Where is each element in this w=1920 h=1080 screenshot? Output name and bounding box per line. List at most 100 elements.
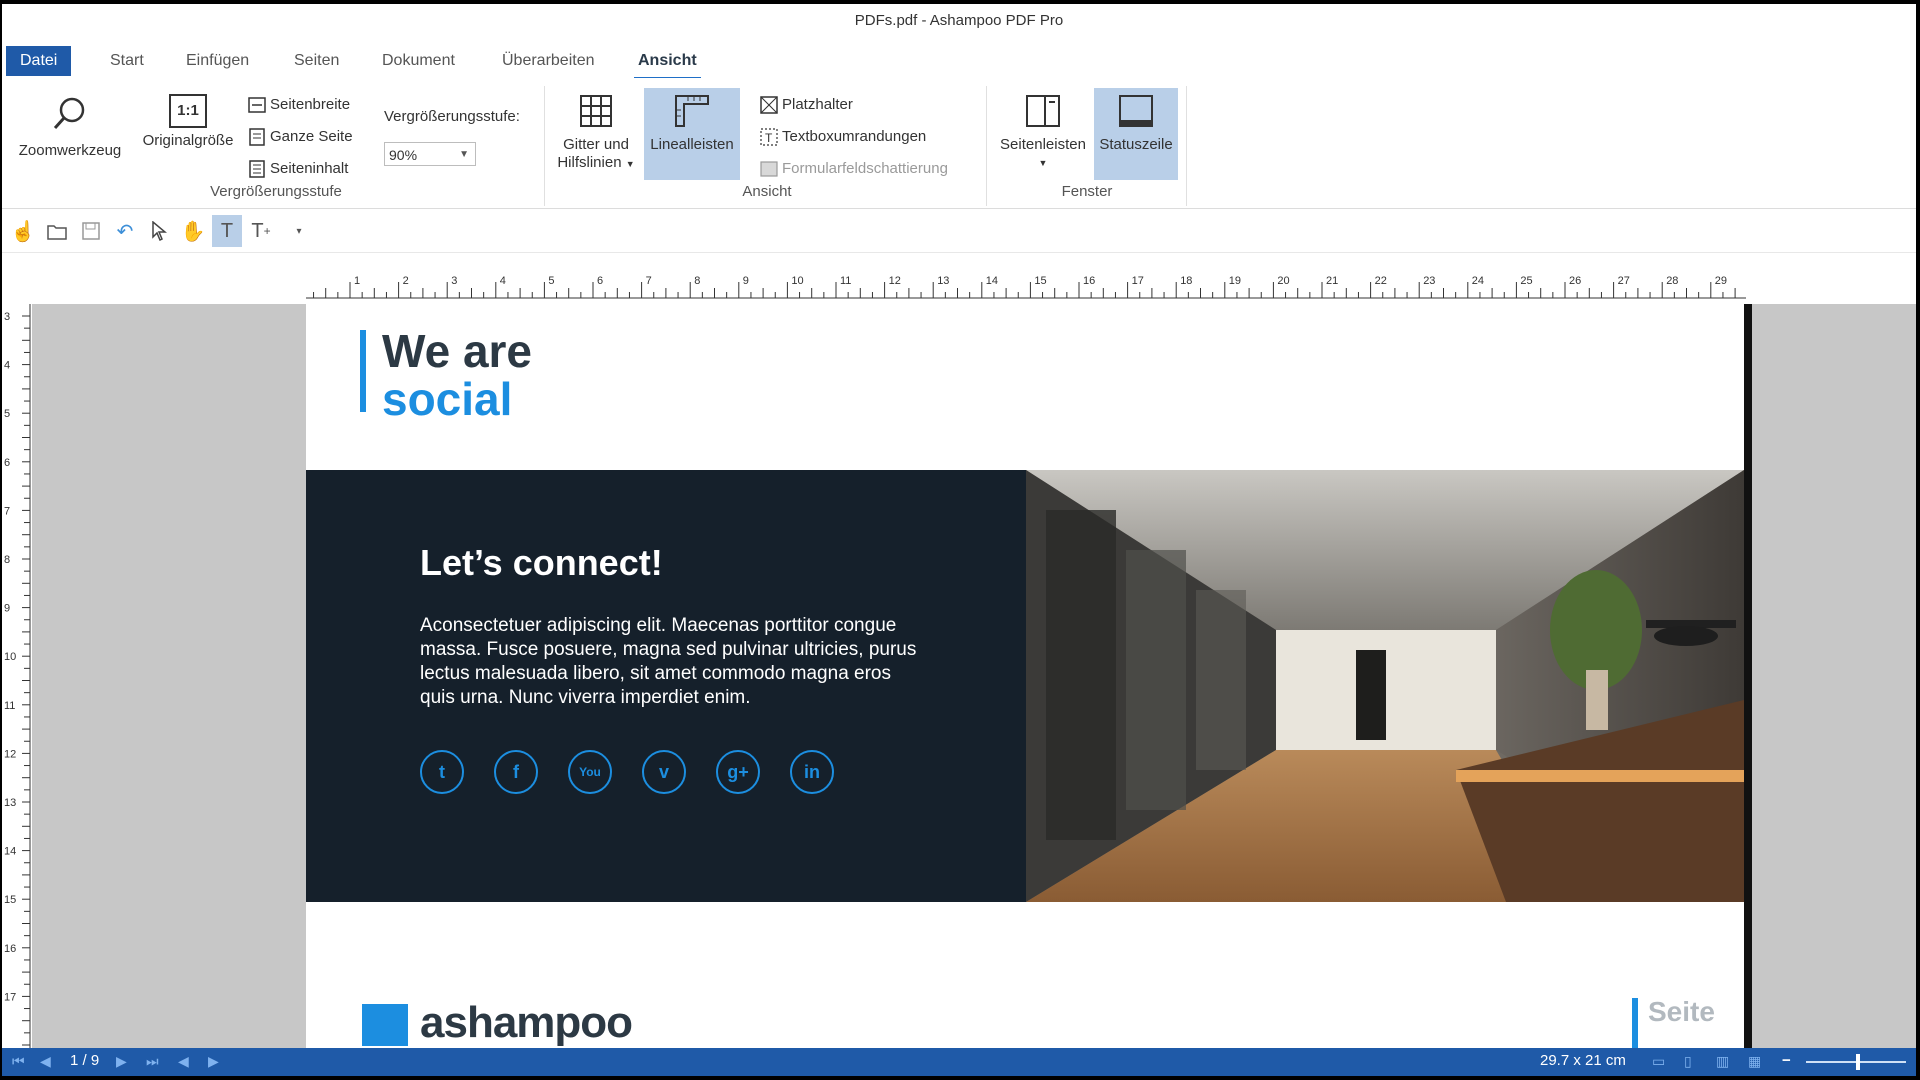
one-to-one-icon: 1:1 [169,94,207,128]
page-content-button[interactable]: Seiteninhalt [248,156,348,182]
sidebars-label: Seitenleisten [1000,136,1086,153]
heading-line-2: social [382,373,513,425]
next-page-icon[interactable]: ▶ [116,1053,127,1070]
tab-ueberarbeiten[interactable]: Überarbeiten [488,46,609,76]
undo-icon[interactable]: ↶ [110,215,140,247]
zoom-level-select[interactable]: 90% ▼ [384,142,476,166]
textbox-borders-toggle[interactable]: T Textboxumrandungen [760,124,926,150]
last-page-icon[interactable]: ⏭ [146,1053,159,1070]
statusbar-button[interactable]: Statuszeile [1094,88,1178,180]
tab-datei[interactable]: Datei [6,46,72,76]
statusbar-window-icon [1094,94,1178,132]
office-hallway-photo [1026,470,1744,902]
single-page-view-icon[interactable]: ▭ [1652,1053,1665,1070]
dropdown-arrow-icon: ▼ [1038,158,1048,168]
zoom-group-label: Vergrößerungsstufe [210,183,342,200]
tab-einfuegen[interactable]: Einfügen [172,46,263,76]
heading-accent-bar [360,330,366,412]
zoom-level-value: 90% [389,147,418,163]
continuous-view-icon[interactable]: ▯ [1684,1053,1692,1070]
ruler-tick-label: 9 [4,603,10,615]
twitter-icon: t [420,750,464,794]
whole-page-label: Ganze Seite [270,128,353,145]
ruler-icon [644,94,740,132]
pdf-page: We are social Let’s connect! Aconsectetu… [306,304,1744,1048]
app-window: PDFs.pdf - Ashampoo PDF Pro Datei Start … [2,4,1916,1076]
grid-guides-button[interactable]: Gitter und Hilfslinien ▼ [554,88,638,180]
zoom-tool-button[interactable]: Zoomwerkzeug [18,88,122,180]
ruler-tick-label: 13 [4,797,16,809]
facebook-icon: f [494,750,538,794]
ruler-tick-label: 15 [4,894,16,906]
open-folder-icon[interactable] [42,215,72,247]
rulers-button[interactable]: Linealleisten [644,88,740,180]
ruler-tick-label: 28 [1666,275,1678,287]
tab-seiten[interactable]: Seiten [280,46,353,76]
original-size-label: Originalgröße [142,132,234,149]
ruler-tick-label: 8 [4,554,10,566]
placeholder-toggle[interactable]: Platzhalter [760,92,853,118]
ruler-tick-label: 8 [694,275,700,287]
zoom-out-icon[interactable]: − [1782,1052,1791,1069]
sidebars-button[interactable]: Seitenleisten ▼ [996,88,1090,180]
text-tool-icon[interactable]: T [212,215,242,247]
grid-guides-label-line1: Gitter und [563,136,629,153]
ribbon-group-zoom: Zoomwerkzeug 1:1 Originalgröße Seitenbre… [12,84,540,204]
previous-page-icon[interactable]: ◀ [40,1053,51,1070]
status-bar: ⏮ ◀ 1 / 9 ▶ ⏭ ◀ ▶ 29.7 x 21 cm ▭ ▯ ▥ ▦ − [2,1048,1916,1076]
heading-line-1: We are [382,325,533,377]
select-arrow-icon[interactable] [144,215,174,247]
document-viewport[interactable]: We are social Let’s connect! Aconsectetu… [32,304,1916,1048]
ruler-tick-label: 6 [4,457,10,469]
view-group-label: Ansicht [742,183,792,200]
ruler-tick-label: 15 [1034,275,1046,287]
grid-icon [554,94,638,132]
back-view-icon[interactable]: ◀ [178,1053,189,1070]
placeholder-label: Platzhalter [782,96,853,113]
title-bar: PDFs.pdf - Ashampoo PDF Pro [2,4,1916,38]
ruler-tick-label: 5 [4,408,10,420]
ruler-tick-label: 29 [1715,275,1727,287]
ribbon-group-view: Gitter und Hilfslinien ▼ Linealleisten P… [550,84,984,204]
connect-title: Let’s connect! [420,542,663,583]
save-icon[interactable] [76,215,106,247]
page-indicator[interactable]: 1 / 9 [70,1052,99,1069]
first-page-icon[interactable]: ⏮ [12,1053,25,1070]
ruler-tick-label: 17 [4,991,16,1003]
tab-dokument[interactable]: Dokument [368,46,469,76]
horizontal-ruler: 1 2 3 4 5 6 7 8 9 10 11 12 13 14 15 16 17 18 19 20 21 22 23 24 2… [306,275,1746,299]
zoom-slider-thumb[interactable] [1856,1054,1860,1070]
ruler-tick-label: 20 [1277,275,1289,287]
linkedin-icon: in [790,750,834,794]
two-page-continuous-icon[interactable]: ▦ [1748,1053,1761,1070]
ruler-tick-label: 12 [4,748,16,760]
zoom-level-label: Vergrößerungsstufe: [384,108,520,125]
ruler-tick-label: 5 [548,275,554,287]
tab-ansicht[interactable]: Ansicht [624,46,711,80]
svg-text:T: T [765,131,773,145]
vertical-ruler: 3 4 5 6 7 8 9 10 11 12 13 14 15 16 17 [2,304,32,1048]
textbox-borders-label: Textboxumrandungen [782,128,927,145]
ruler-tick-label: 3 [451,275,457,287]
add-text-icon[interactable]: T + [246,215,276,247]
two-page-view-icon[interactable]: ▥ [1716,1053,1729,1070]
page-edge-shadow [1744,304,1752,1048]
magnifier-icon [18,94,122,138]
ruler-tick-label: 4 [500,275,506,287]
ribbon-divider [544,86,545,206]
ribbon-divider [1186,86,1187,206]
original-size-button[interactable]: 1:1 Originalgröße [136,88,240,180]
hand-pointer-icon[interactable]: ☝ [8,215,38,247]
ruler-tick-label: 16 [4,943,16,955]
pan-hand-icon[interactable]: ✋ [178,215,208,247]
customize-dropdown-icon[interactable]: ▾ [284,215,314,247]
dropdown-arrow-icon: ▼ [625,159,635,169]
tab-start[interactable]: Start [96,46,158,76]
forward-view-icon[interactable]: ▶ [208,1053,219,1070]
ruler-tick-label: 2 [403,275,409,287]
footer-page-label: Seite [1648,996,1715,1027]
whole-page-button[interactable]: Ganze Seite [248,124,353,150]
page-width-button[interactable]: Seitenbreite [248,92,350,118]
youtube-icon: You [568,750,612,794]
form-shading-toggle[interactable]: Formularfeldschattierung [760,156,948,182]
